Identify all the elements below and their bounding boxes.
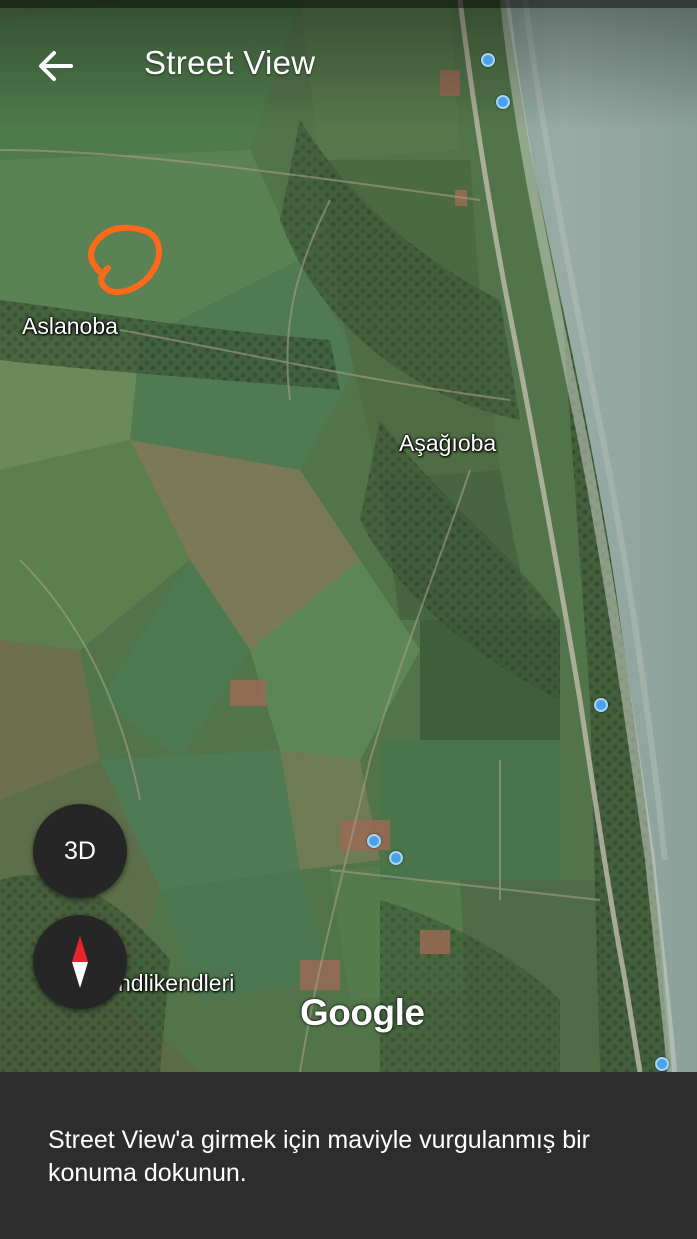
- street-view-pin[interactable]: [496, 95, 510, 109]
- place-label-ndlikendleri: ndlikendleri: [118, 970, 235, 996]
- compass-button[interactable]: [33, 915, 127, 1009]
- place-label-asagioba: Aşağıoba: [399, 430, 497, 456]
- instruction-panel: Street View'a girmek için maviyle vurgul…: [0, 1072, 697, 1239]
- street-view-pin[interactable]: [481, 53, 495, 67]
- instruction-text: Street View'a girmek için maviyle vurgul…: [48, 1126, 591, 1187]
- street-view-pin[interactable]: [594, 698, 608, 712]
- street-view-pin[interactable]: [367, 834, 381, 848]
- street-view-pin[interactable]: [389, 851, 403, 865]
- satellite-map[interactable]: Aslanoba Aşağıoba ndlikendleri Street Vi…: [0, 0, 697, 1072]
- arrow-back-icon: [39, 51, 73, 81]
- back-button[interactable]: [28, 38, 84, 94]
- page-title: Street View: [144, 44, 316, 81]
- place-label-aslanoba: Aslanoba: [22, 313, 118, 339]
- header-shade: [0, 0, 697, 130]
- satellite-imagery: [0, 0, 697, 1072]
- google-attribution: Google: [300, 992, 425, 1033]
- 3d-toggle-button[interactable]: 3D: [33, 804, 127, 898]
- street-view-pin[interactable]: [655, 1057, 669, 1071]
- compass-icon: [72, 936, 88, 988]
- 3d-label: 3D: [64, 836, 96, 865]
